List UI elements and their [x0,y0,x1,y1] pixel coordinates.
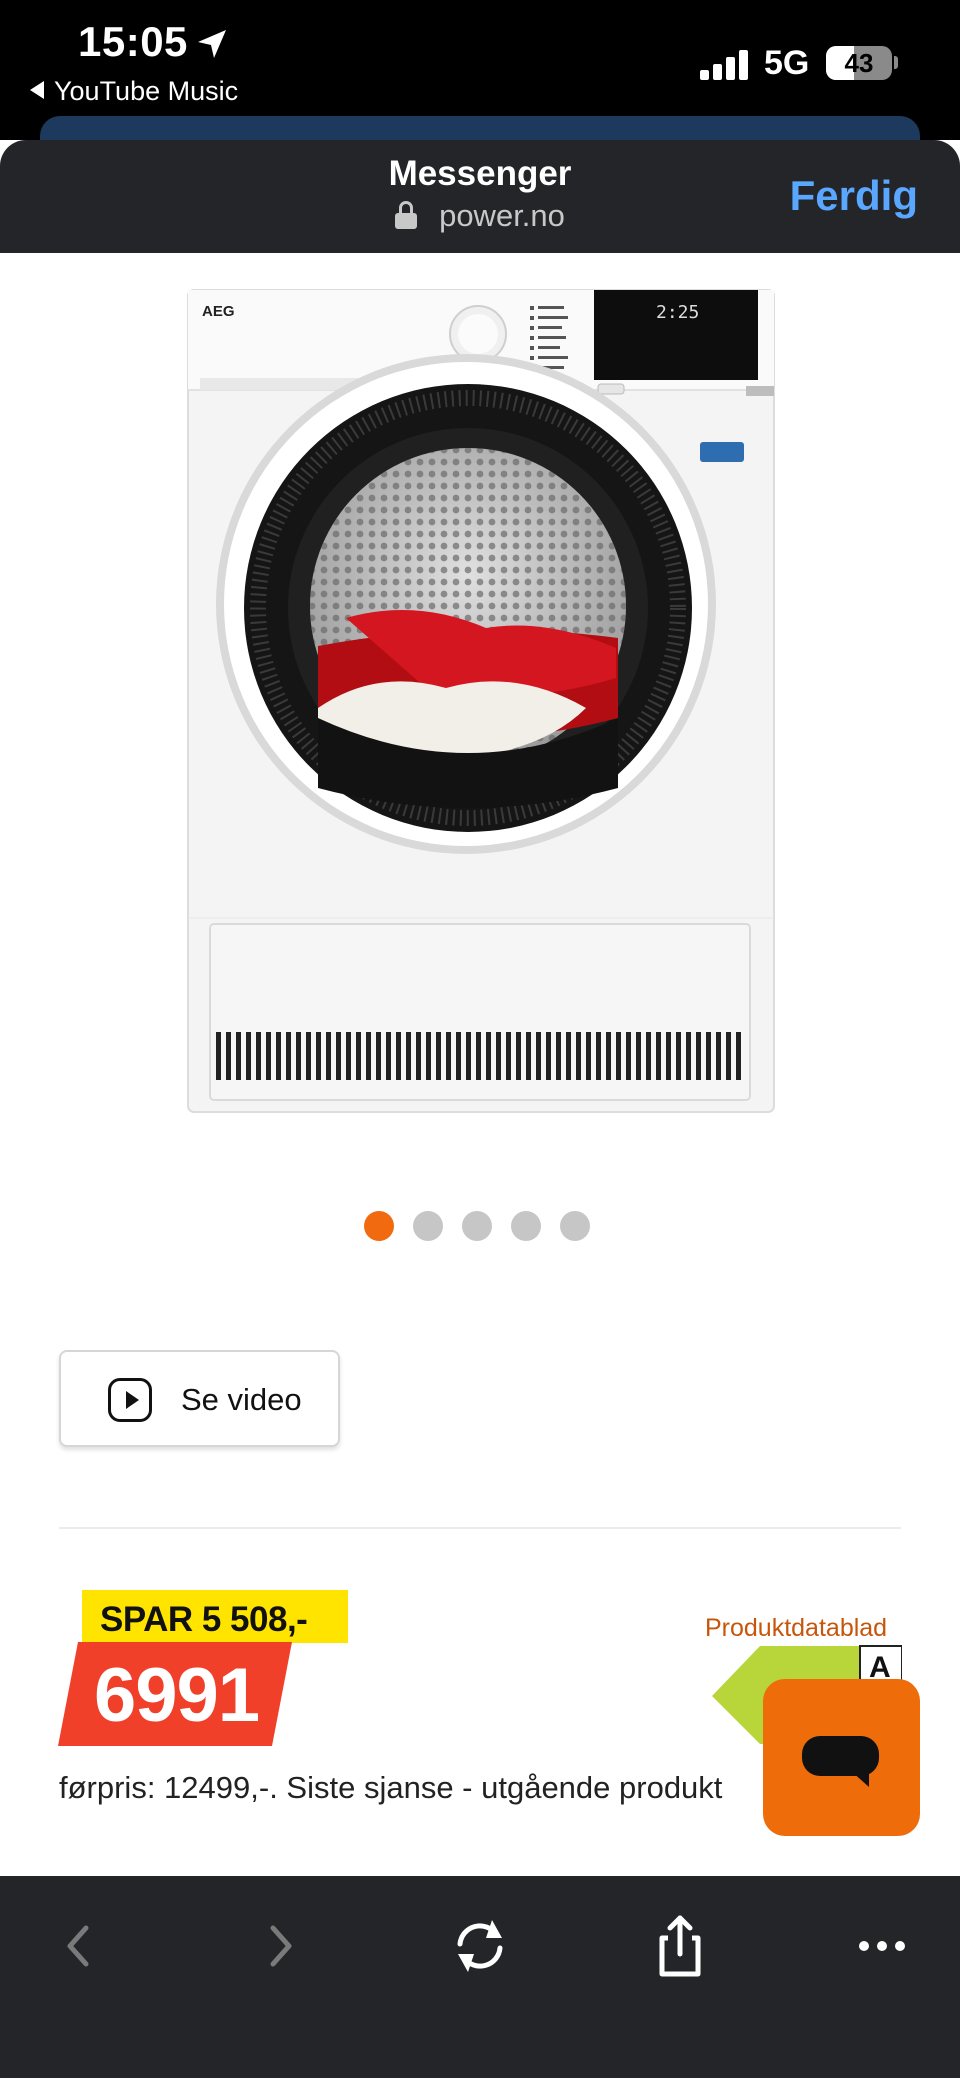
price-value: 6991 [94,1653,260,1738]
chat-button[interactable] [763,1679,920,1836]
display-time: 2:25 [656,302,699,323]
lock-icon [395,201,418,229]
battery-tip [894,56,898,69]
location-arrow-icon [198,30,226,58]
back-to-app-link[interactable]: YouTube Music [30,76,238,107]
reload-icon[interactable] [440,1906,520,1986]
share-icon[interactable] [640,1906,720,1986]
play-icon [108,1378,152,1422]
product-image[interactable]: AEG 2:25 [186,288,776,1114]
carousel-dot[interactable] [560,1211,590,1241]
carousel-dot[interactable] [413,1211,443,1241]
status-time: 15:05 [78,18,188,65]
savings-badge: SPAR 5 508,- [82,1590,348,1643]
url-text: power.no [439,198,565,233]
signal-bars-icon [700,50,750,80]
section-divider [59,1527,901,1529]
previous-price-note: førpris: 12499,-. Siste sjanse - utgåend… [59,1770,723,1805]
browser-toolbar [0,1876,960,2078]
battery-level: 43 [844,48,874,78]
screen: 15:05 YouTube Music 5G 43 Messenger powe… [0,0,960,2078]
chat-bubble-tail [851,1771,869,1787]
product-datasheet-link[interactable]: Produktdatablad [705,1614,887,1643]
brand-logo: AEG [202,303,235,320]
network-type: 5G [764,44,810,82]
battery-icon: 43 [826,46,892,80]
chat-bubble-icon [802,1736,879,1776]
browser-header: Messenger power.no Ferdig [0,140,960,253]
carousel-dot[interactable] [364,1211,394,1241]
see-video-label: Se video [181,1382,302,1417]
price-tag: 6991 [58,1642,292,1746]
back-icon[interactable] [38,1906,118,1986]
done-button[interactable]: Ferdig [790,172,918,220]
carousel-dot[interactable] [462,1211,492,1241]
see-video-button[interactable]: Se video [59,1350,340,1447]
carousel-dot[interactable] [511,1211,541,1241]
back-triangle-icon [30,81,44,99]
forward-icon[interactable] [241,1906,321,1986]
more-icon[interactable] [842,1906,922,1986]
status-bar: 15:05 YouTube Music 5G 43 [0,0,960,156]
back-app-label: YouTube Music [54,76,239,106]
